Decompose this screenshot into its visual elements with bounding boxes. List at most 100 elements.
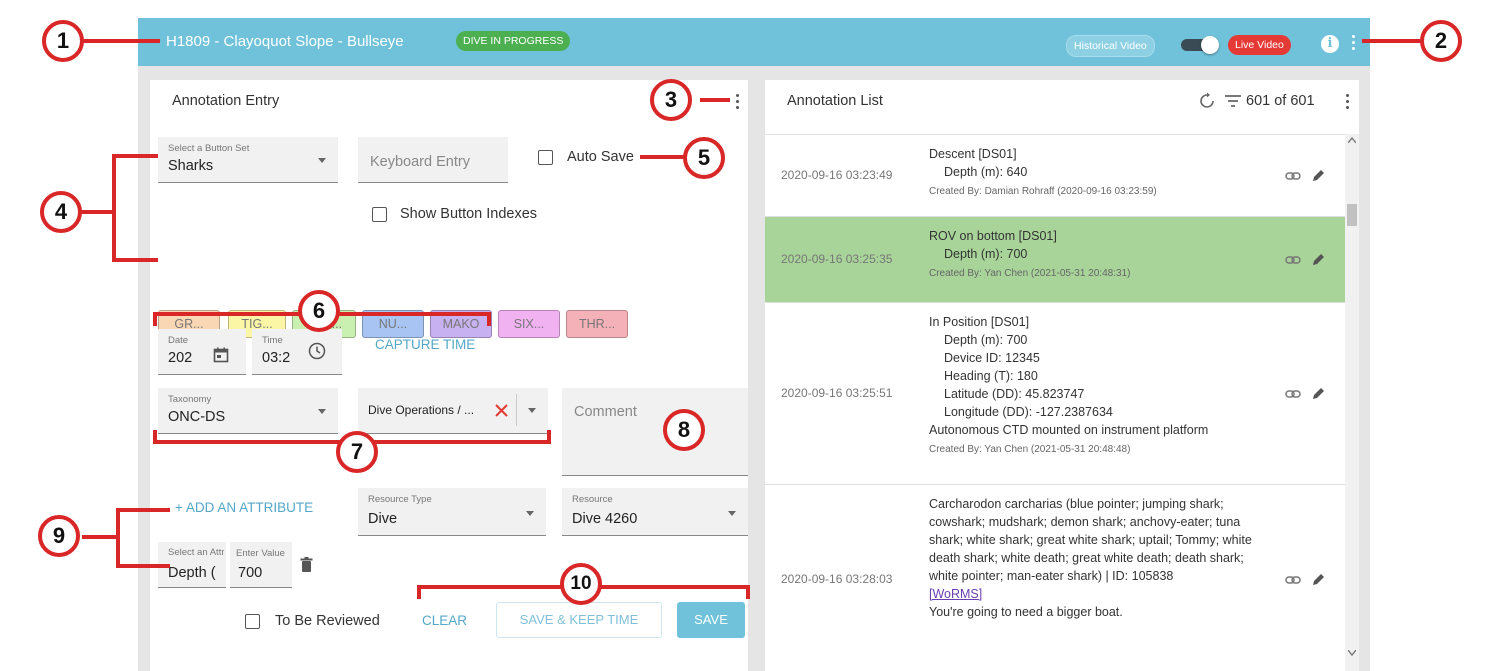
dive-operations-select[interactable]: Dive Operations / ... [358,388,548,434]
annotation-created-by: Created By: Damian Rohraff (2020-09-16 0… [929,186,1157,197]
chevron-down-icon [526,511,534,516]
show-indexes-checkbox[interactable] [372,207,387,222]
pencil-icon[interactable] [1310,386,1326,402]
scrollbar-thumb[interactable] [1347,204,1357,226]
list-menu-icon[interactable] [1344,94,1350,112]
callout-9-bottom [116,564,170,568]
attribute-input-value: 700 [238,565,263,581]
save-keep-time-button[interactable]: SAVE & KEEP TIME [496,602,662,638]
callout-4-top [112,154,158,158]
add-attribute-button[interactable]: + ADD AN ATTRIBUTE [175,500,313,515]
taxonomy-select[interactable]: Taxonomy ONC-DS [158,388,338,434]
save-button[interactable]: SAVE [677,602,745,638]
header-menu-icon[interactable] [1350,35,1356,53]
annotation-detail: Depth (m): 700 [944,333,1028,347]
clear-icon[interactable] [495,404,508,417]
comment-field[interactable]: Comment [562,388,748,476]
chevron-down-icon [318,409,326,414]
delete-icon[interactable] [300,557,313,573]
info-icon[interactable]: i [1321,35,1339,53]
annotation-entry-panel: Annotation Entry Select a Button Set Sha… [150,80,748,671]
annotation-row[interactable]: 2020-09-16 03:25:51 In Position [DS01] Dep… [765,302,1345,484]
annotation-content: Descent [DS01] Depth (m): 640 Created By: … [929,145,1269,201]
chevron-down-icon[interactable] [528,408,536,413]
callout-10-left [417,585,421,599]
resource-value: Dive 4260 [572,511,638,527]
auto-save-checkbox[interactable] [538,150,553,165]
callout-5: 5 [683,137,725,179]
attribute-value: Depth ( [168,565,216,581]
pencil-icon[interactable] [1310,572,1326,588]
video-mode-toggle[interactable] [1181,36,1219,54]
pencil-icon[interactable] [1310,168,1326,184]
entry-menu-icon[interactable] [734,94,740,112]
annotation-count: 601 of 601 [1246,93,1315,109]
chevron-down-icon [728,511,736,516]
button-set-label: Select a Button Set [168,143,250,154]
annotation-created-by: Created By: Yan Chen (2021-05-31 20:48:3… [929,268,1131,279]
list-title: Annotation List [787,93,883,109]
annotation-detail: Latitude (DD): 45.823747 [944,387,1085,401]
time-field[interactable]: Time 03:2 [252,329,342,375]
annotation-detail: Depth (m): 640 [944,165,1028,179]
callout-9-bracket [116,508,120,568]
callout-4-bottom [112,258,158,262]
annotation-row[interactable]: 2020-09-16 03:28:03 Carcharodon carcharia… [765,484,1345,671]
annotation-row[interactable]: 2020-09-16 03:25:35 ROV on bottom [DS01] D… [765,216,1345,302]
calendar-icon[interactable] [213,347,229,363]
dive-ops-value: Dive Operations / ... [368,403,475,417]
annotation-detail: Device ID: 12345 [944,351,1040,365]
shark-button-6[interactable]: SIX... [498,310,560,338]
callout-7: 7 [336,431,378,473]
annotation-comment: You're going to need a bigger boat. [929,605,1123,619]
keyboard-entry-input[interactable]: Keyboard Entry [358,137,508,183]
panel-title: Annotation Entry [172,93,280,109]
capture-time-button[interactable]: CAPTURE TIME [375,337,475,352]
annotation-comment: Autonomous CTD mounted on instrument pla… [929,423,1209,437]
link-icon[interactable] [1285,168,1301,184]
callout-6-right [487,312,491,326]
annotation-row[interactable]: 2020-09-16 03:23:49 Descent [DS01] Depth (… [765,134,1345,216]
callout-4-line [80,210,114,214]
scroll-up-icon[interactable] [1348,137,1356,143]
callout-7-right [547,430,551,444]
clock-icon[interactable] [308,342,326,360]
annotation-title: Descent [DS01] [929,147,1017,161]
link-icon[interactable] [1285,572,1301,588]
callout-1-line [80,39,160,43]
annotation-detail: Longitude (DD): -127.2387634 [944,405,1113,419]
annotation-timestamp: 2020-09-16 03:28:03 [781,572,893,586]
date-value: 202 [168,350,193,366]
shark-button-7[interactable]: THR... [566,310,628,338]
refresh-icon[interactable] [1198,92,1216,110]
link-icon[interactable] [1285,252,1301,268]
filter-icon[interactable] [1224,94,1242,108]
list-scrollbar[interactable] [1345,134,1359,671]
separator [516,394,517,426]
callout-4-bracket [112,154,116,262]
annotation-content: In Position [DS01] Depth (m): 700 Device I… [929,313,1269,459]
show-indexes-label: Show Button Indexes [400,206,538,222]
chevron-down-icon [318,158,326,163]
resource-select[interactable]: Resource Dive 4260 [562,488,748,536]
button-set-select[interactable]: Select a Button Set Sharks [158,137,338,183]
link-icon[interactable] [1285,386,1301,402]
attribute-value-input[interactable]: Enter Value 700 [230,542,292,588]
top-bar: H1809 - Clayoquot Slope - Bullseye DIVE … [138,18,1370,66]
historical-video-button[interactable]: Historical Video [1066,35,1155,57]
annotation-list[interactable]: 2020-09-16 03:23:49 Descent [DS01] Depth (… [765,134,1359,671]
live-video-button[interactable]: Live Video [1228,35,1291,55]
callout-7-left [153,430,157,444]
worms-link[interactable]: [WoRMS] [929,585,1269,603]
annotation-title: Carcharodon carcharias (blue pointer; ju… [929,497,1252,583]
to-be-reviewed-checkbox[interactable] [245,614,260,629]
annotation-content: ROV on bottom [DS01] Depth (m): 700 Create… [929,227,1269,283]
scroll-down-icon[interactable] [1348,650,1356,656]
annotation-created-by: Created By: Yan Chen (2021-05-31 20:48:4… [929,444,1131,455]
pencil-icon[interactable] [1310,252,1326,268]
callout-8: 8 [663,409,705,451]
date-field[interactable]: Date 202 [158,329,246,375]
callout-3: 3 [650,79,692,121]
resource-type-select[interactable]: Resource Type Dive [358,488,546,536]
clear-button[interactable]: CLEAR [422,613,467,628]
